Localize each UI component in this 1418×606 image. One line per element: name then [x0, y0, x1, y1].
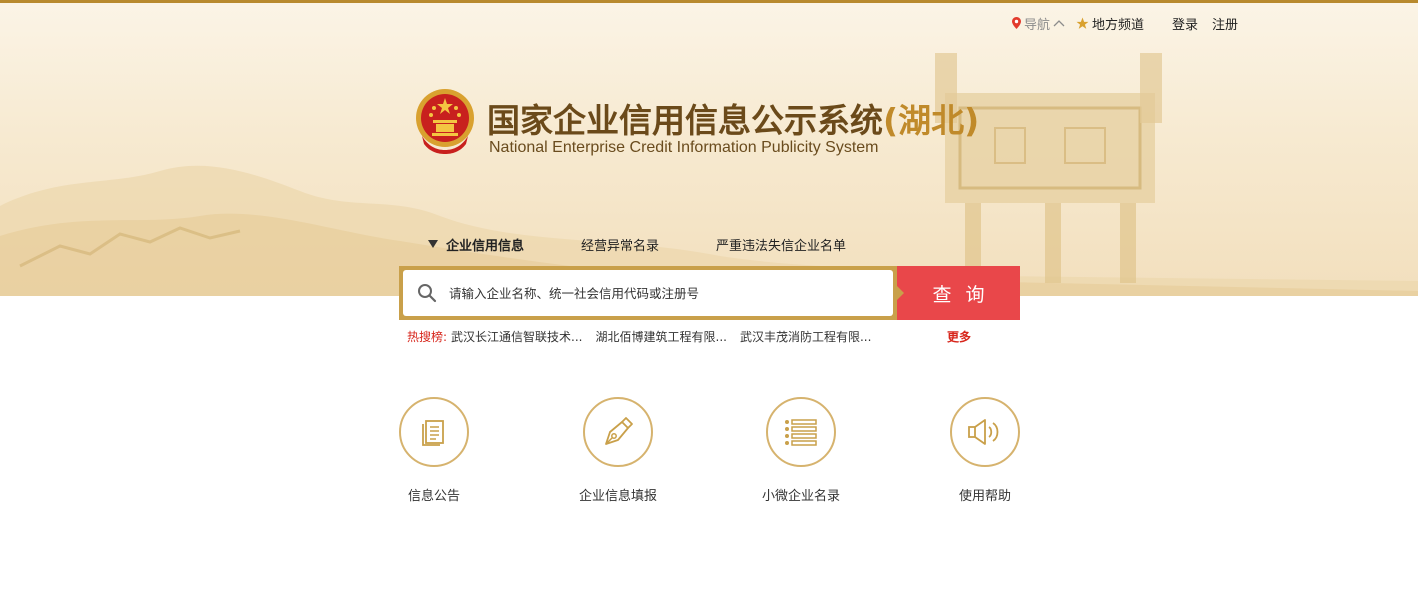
site-title-region: (湖北): [883, 101, 980, 140]
site-title-main: 国家企业信用信息公示系统: [487, 101, 883, 140]
shortcut-label: 企业信息填报: [578, 489, 657, 504]
login-link[interactable]: 登录: [1172, 14, 1198, 33]
shortcut-usage-help[interactable]: 使用帮助: [915, 397, 1055, 504]
hot-search-item[interactable]: 武汉长江通信智联技术...: [451, 328, 582, 345]
tab-abnormal-operation-list[interactable]: 经营异常名录: [581, 235, 659, 254]
shortcut-circle: [950, 397, 1020, 467]
search-icon: [418, 284, 437, 303]
shortcut-circle: [766, 397, 836, 467]
search-button[interactable]: 查询: [897, 266, 1020, 320]
shortcut-enterprise-info-filing[interactable]: 企业信息填报: [548, 397, 688, 504]
hot-search-more-link[interactable]: 更多: [947, 328, 971, 345]
shortcut-label: 信息公告: [407, 489, 460, 504]
speaker-icon: [968, 419, 999, 445]
hot-search-item[interactable]: 武汉丰茂消防工程有限...: [740, 328, 871, 345]
register-link[interactable]: 注册: [1212, 14, 1238, 33]
shortcut-circle: [399, 397, 469, 467]
tab-enterprise-credit-info[interactable]: 企业信用信息: [428, 235, 524, 254]
shortcut-small-micro-enterprise-list[interactable]: 小微企业名录: [731, 397, 871, 504]
local-channel-label: 地方频道: [1092, 17, 1145, 33]
site-title-cn: 国家企业信用信息公示系统(湖北): [487, 94, 979, 142]
navigation-menu-toggle[interactable]: 导航: [1012, 14, 1068, 33]
hot-search-label: 热搜榜:: [407, 329, 448, 344]
search-input[interactable]: [449, 285, 869, 301]
tab-serious-violation-list[interactable]: 严重违法失信企业名单: [716, 235, 846, 254]
location-pin-icon: [1012, 17, 1021, 29]
list-icon: [785, 419, 817, 446]
top-navigation: 导航 地方频道 登录 注册: [1012, 14, 1238, 33]
hot-search-list: 热搜榜: 武汉长江通信智联技术... 湖北佰博建筑工程有限... 武汉丰茂消防工…: [407, 328, 871, 344]
national-emblem-logo: [416, 89, 474, 154]
search-field-wrapper: [403, 270, 893, 316]
bronze-ding-vessel-illustration: [935, 53, 1162, 283]
caret-down-icon: [428, 240, 438, 248]
shortcut-circle: [583, 397, 653, 467]
shortcut-label: 使用帮助: [958, 489, 1011, 504]
local-channel-link[interactable]: 地方频道: [1076, 14, 1144, 33]
tab-label: 企业信用信息: [446, 238, 525, 254]
search-button-notch: [897, 286, 904, 300]
chevron-up-icon: [1053, 20, 1065, 27]
pen-nib-icon: [605, 417, 633, 445]
search-button-label: 查询: [932, 283, 999, 306]
site-title-en: National Enterprise Credit Information P…: [489, 139, 879, 156]
shortcut-info-announcement[interactable]: 信息公告: [364, 397, 504, 504]
search-box: [399, 266, 897, 320]
navigation-label: 导航: [1024, 17, 1051, 33]
document-icon: [422, 420, 444, 446]
hot-search-item[interactable]: 湖北佰博建筑工程有限...: [596, 328, 727, 345]
star-icon: [1076, 17, 1089, 29]
shortcut-label: 小微企业名录: [761, 489, 840, 504]
search-type-tabs: 企业信用信息 经营异常名录 严重违法失信企业名单: [428, 235, 846, 254]
